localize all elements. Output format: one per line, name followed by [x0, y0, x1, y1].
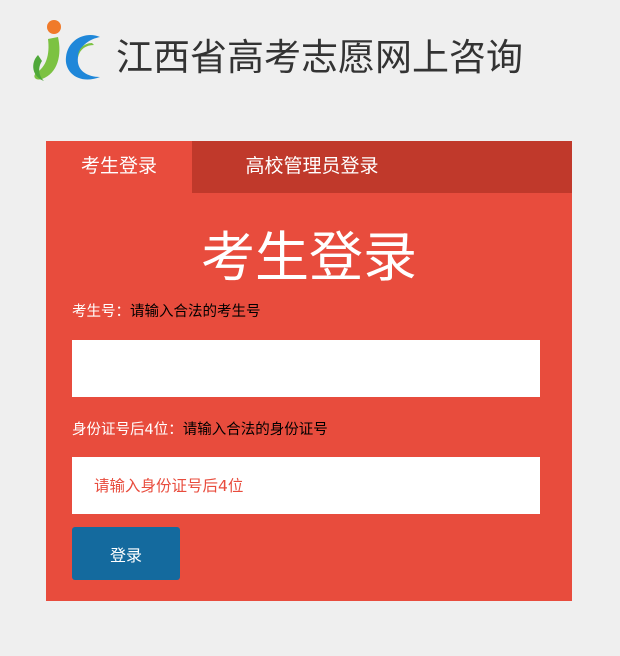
exam-number-label-text: 考生号： — [72, 304, 130, 320]
id-number-input[interactable] — [72, 457, 540, 514]
tab-student-login[interactable]: 考生登录 — [46, 141, 192, 193]
id-number-hint: 请输入合法的身份证号 — [182, 422, 328, 438]
id-number-label: 身份证号后4位：请输入合法的身份证号 — [72, 418, 328, 439]
login-panel: 考生登录 高校管理员登录 考生登录 考生号：请输入合法的考生号 身份证号后4位：… — [46, 141, 572, 601]
site-title: 江西省高考志愿网上咨询 — [116, 36, 523, 79]
login-button[interactable]: 登录 — [72, 527, 180, 580]
jc-logo-icon — [28, 15, 106, 93]
exam-number-hint: 请输入合法的考生号 — [130, 304, 261, 320]
id-number-label-text: 身份证号后4位： — [72, 422, 183, 438]
login-tabs: 考生登录 高校管理员登录 — [46, 141, 572, 193]
exam-number-label: 考生号：请输入合法的考生号 — [72, 300, 261, 321]
exam-number-input[interactable] — [72, 340, 540, 397]
tab-admin-login[interactable]: 高校管理员登录 — [192, 141, 432, 193]
site-header: 江西省高考志愿网上咨询 — [28, 14, 608, 94]
form-title: 考生登录 — [201, 226, 417, 289]
